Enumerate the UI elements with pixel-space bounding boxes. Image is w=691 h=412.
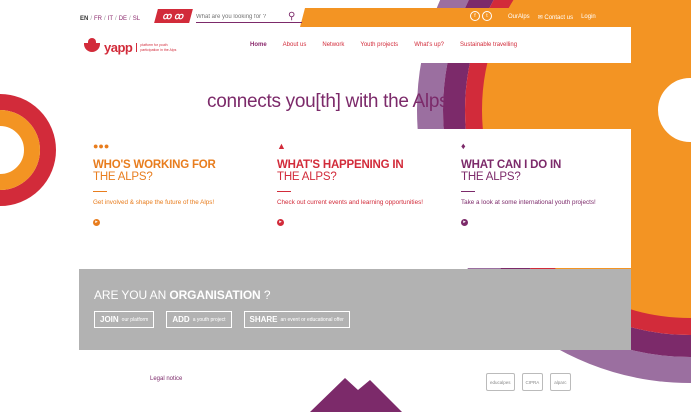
hat-logo-icon (84, 38, 100, 52)
logo-tagline: platform for youth participation in the … (136, 43, 186, 52)
lang-sl[interactable]: SL (133, 16, 140, 22)
people-icon: ●●● (93, 141, 110, 151)
contact-link[interactable]: ✉ Contact us (534, 10, 577, 24)
organisation-question: ARE YOU AN ORGANISATION ? (94, 288, 271, 302)
alparc-logo[interactable]: alparc (550, 373, 571, 391)
hat-icon: ▲ (277, 141, 286, 151)
card-title: WHAT CAN I DO IN (461, 159, 562, 171)
top-links: OurAlps ✉ Contact us Login (504, 10, 600, 24)
twitter-icon[interactable]: t (482, 11, 492, 21)
arrow-right-icon[interactable]: ▸ (461, 218, 468, 226)
card-subtitle: THE ALPS? (277, 171, 337, 183)
legal-notice-link[interactable]: Legal notice (150, 376, 182, 382)
nav-about-us[interactable]: About us (283, 42, 307, 48)
nav-home[interactable]: Home (250, 42, 267, 48)
card-subtitle: THE ALPS? (93, 171, 153, 183)
nav-youth-projects[interactable]: Youth projects (360, 42, 398, 48)
login-link[interactable]: Login (577, 10, 600, 24)
lang-it[interactable]: IT (108, 16, 113, 22)
nav-whats-up[interactable]: What's up? (414, 42, 444, 48)
lang-en[interactable]: EN (80, 16, 88, 22)
language-bar: EN / FR / IT / DE / SL (80, 16, 141, 22)
logo-word: yapp (104, 40, 133, 55)
nav-network[interactable]: Network (322, 42, 344, 48)
partner-logos: educalpes CIPRA alparc (486, 373, 571, 391)
mountain-shape (310, 378, 402, 412)
accessibility-button[interactable]: ꝏ ꝏ (154, 9, 193, 23)
page: EN/ FR/ IT/ DE/ SL ꝏ ꝏ ⚲ f t OurAlps ✉ C… (0, 0, 691, 412)
arrow-right-icon[interactable]: ▸ (277, 218, 284, 226)
left-arc-orange (0, 110, 40, 190)
social-links: f t (470, 11, 492, 21)
lang-de[interactable]: DE (119, 16, 127, 22)
search-box: ⚲ (196, 11, 302, 23)
join-button[interactable]: JOIN our platform (94, 311, 155, 328)
arrow-right-icon[interactable]: ▸ (93, 218, 100, 226)
share-event-button[interactable]: SHARE an event or educational offer (243, 311, 350, 328)
leaf-icon: ♦ (461, 141, 466, 151)
card-desc: Get involved & shape the future of the A… (93, 199, 215, 206)
hero-headline: connects you[th] with the Alps (207, 91, 449, 112)
site-logo[interactable]: yapp platform for youth participation in… (84, 38, 186, 55)
feature-cards: ●●● WHO'S WORKING FOR THE ALPS? Get invo… (79, 129, 631, 268)
card-what-can-i-do[interactable]: ♦ WHAT CAN I DO IN THE ALPS? Take a look… (461, 141, 621, 226)
card-title: WHAT'S HAPPENING IN (277, 159, 404, 171)
lang-fr[interactable]: FR (94, 16, 102, 22)
search-icon[interactable]: ⚲ (288, 11, 295, 22)
card-rule (277, 191, 291, 192)
organisation-band: ARE YOU AN ORGANISATION ? JOIN our platfo… (79, 269, 631, 350)
card-whats-happening[interactable]: ▲ WHAT'S HAPPENING IN THE ALPS? Check ou… (277, 141, 437, 226)
card-who-working[interactable]: ●●● WHO'S WORKING FOR THE ALPS? Get invo… (93, 141, 253, 226)
card-rule (93, 191, 107, 192)
card-desc: Take a look at some international youth … (461, 199, 596, 206)
card-title: WHO'S WORKING FOR (93, 159, 216, 171)
educalpes-logo[interactable]: educalpes (486, 373, 515, 391)
search-input[interactable] (196, 13, 286, 20)
add-project-button[interactable]: ADD a youth project (166, 311, 232, 328)
nav-sustainable-travelling[interactable]: Sustainable travelling (460, 42, 517, 48)
card-subtitle: THE ALPS? (461, 171, 521, 183)
cipra-logo[interactable]: CIPRA (521, 373, 544, 391)
ouralps-link[interactable]: OurAlps (504, 10, 534, 24)
facebook-icon[interactable]: f (470, 11, 480, 21)
card-desc: Check out current events and learning op… (277, 199, 423, 206)
main-nav: Home About us Network Youth projects Wha… (250, 42, 517, 48)
card-rule (461, 191, 475, 192)
